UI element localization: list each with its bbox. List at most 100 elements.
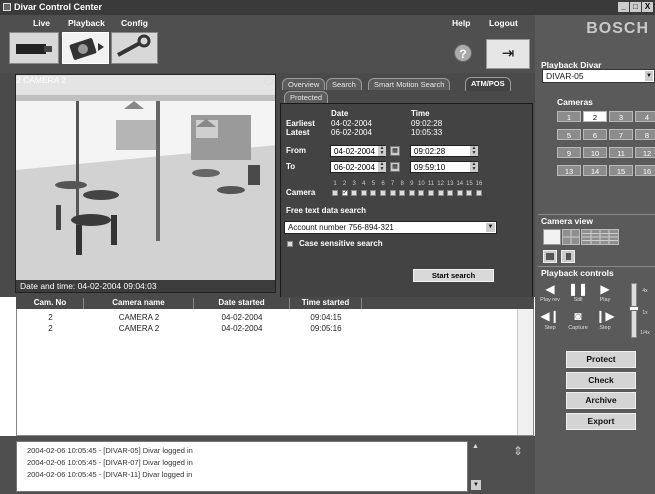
to-date-spinner[interactable]: ▲ ▼	[378, 162, 386, 172]
freetext-value: Account number 756-894-321	[288, 223, 394, 232]
camera-button-6[interactable]: 6	[583, 129, 607, 140]
tab-atm-pos[interactable]: ATM/POS	[465, 77, 511, 91]
camera-filter-checkbox-9[interactable]	[408, 190, 415, 196]
camera-filter-checkbox-12[interactable]	[437, 190, 444, 196]
col-header-time-started[interactable]: Time started	[290, 298, 362, 309]
tab-overview[interactable]: Overview	[282, 78, 326, 90]
export-button[interactable]: Export	[566, 413, 636, 430]
camera-filter-checkbox-1[interactable]	[332, 190, 338, 196]
close-button[interactable]: X	[642, 2, 653, 12]
camera-button-5[interactable]: 5	[557, 129, 581, 140]
camera-button-13[interactable]: 13	[557, 165, 581, 176]
col-header-cam-no[interactable]: Cam. No	[17, 298, 84, 309]
camera-filter-checkbox-2[interactable]: ✓	[341, 190, 348, 196]
camera-filter-checkbox-5[interactable]	[370, 190, 377, 196]
view-4x4-button[interactable]	[581, 229, 619, 245]
minimize-button[interactable]: _	[618, 2, 629, 12]
tab-smart-motion-search[interactable]: Smart Motion Search	[368, 78, 451, 90]
table-cell[interactable]: 2	[17, 324, 84, 333]
divar-select-value: DIVAR-05	[546, 71, 584, 81]
freetext-select[interactable]: Account number 756-894-321 ▼	[284, 221, 497, 234]
still-button[interactable]: ❚❚	[567, 282, 589, 296]
camera-filter-checkbox-8[interactable]	[399, 190, 406, 196]
live-mode-button[interactable]	[9, 32, 59, 64]
camera-button-16[interactable]: 16	[635, 165, 655, 176]
from-time-spinner[interactable]: ▲ ▼	[470, 146, 478, 156]
view-1x1-button[interactable]	[543, 229, 561, 245]
archive-button[interactable]: Archive	[566, 392, 636, 409]
case-sensitive-checkbox[interactable]	[287, 241, 293, 247]
logout-button[interactable]: ⇥	[486, 39, 530, 69]
divar-select[interactable]: DIVAR-05 ▼	[542, 69, 655, 83]
camera-filter-label: Camera	[286, 188, 316, 197]
table-cell[interactable]: 09:05:16	[290, 324, 362, 333]
camera-filter-checkbox-15[interactable]	[466, 190, 473, 196]
tab-search[interactable]: Search	[326, 78, 362, 90]
from-time-input[interactable]: 09:02:28	[410, 145, 478, 157]
close-video-button[interactable]: ×	[264, 76, 273, 85]
freetext-label: Free text data search	[286, 206, 367, 215]
event-log[interactable]: 2004-02-06 10:05:45 - [DIVAR-05] Divar l…	[16, 441, 468, 492]
camera-filter-checkbox-16[interactable]	[476, 190, 482, 196]
protect-button[interactable]: Protect	[566, 351, 636, 368]
camera-filter-checkbox-7[interactable]	[389, 190, 396, 196]
check-button[interactable]: Check	[566, 372, 636, 389]
step-forward-button[interactable]: ❙▶	[594, 309, 616, 323]
camera-filter-checkbox-11[interactable]	[428, 190, 434, 196]
col-header-camera-name[interactable]: Camera name	[84, 298, 194, 309]
maximize-button[interactable]: □	[630, 2, 641, 12]
playback-mode-button[interactable]	[62, 32, 109, 64]
camera-button-14[interactable]: 14	[583, 165, 607, 176]
play-reverse-button[interactable]: ◀	[539, 282, 561, 296]
scroll-down-icon[interactable]: ▼	[471, 480, 481, 490]
play-button[interactable]: ▶	[594, 282, 616, 296]
tab-protected[interactable]: Protected	[284, 91, 329, 103]
to-time-spinner[interactable]: ▲ ▼	[470, 162, 478, 172]
table-cell[interactable]: 2	[17, 313, 84, 322]
fullscreen-button[interactable]	[561, 250, 575, 263]
camera-button-15[interactable]: 15	[609, 165, 633, 176]
camera-button-12[interactable]: 12	[635, 147, 655, 158]
camera-filter-checkbox-4[interactable]	[360, 190, 367, 196]
from-date-spinner[interactable]: ▲ ▼	[378, 146, 386, 156]
camera-filter-checkbox-3[interactable]	[351, 190, 358, 196]
results-scrollbar[interactable]	[517, 309, 533, 435]
camera-button-3[interactable]: 3	[609, 111, 633, 122]
to-date-input[interactable]: 06-02-2004	[330, 161, 385, 173]
camera-button-9[interactable]: 9	[557, 147, 581, 158]
camera-filter-checkbox-13[interactable]	[447, 190, 454, 196]
camera-button-11[interactable]: 11	[609, 147, 633, 158]
view-2x2-button[interactable]	[562, 229, 580, 245]
play-reverse-icon: ◀	[545, 282, 555, 296]
table-cell[interactable]: 04-02-2004	[194, 324, 290, 333]
config-mode-button[interactable]	[111, 32, 158, 64]
step-back-button[interactable]: ◀❙	[539, 309, 561, 323]
camera-button-7[interactable]: 7	[609, 129, 633, 140]
camera-filter-checkbox-6[interactable]	[380, 190, 386, 196]
camera-button-2[interactable]: 2	[583, 111, 607, 122]
camera-button-4[interactable]: 4	[635, 111, 655, 122]
video-pane[interactable]	[15, 74, 276, 293]
camera-filter-checkbox-14[interactable]	[456, 190, 463, 196]
start-search-button[interactable]: Start search	[413, 269, 494, 282]
log-scrollbar[interactable]: ▲ ▼	[469, 441, 483, 492]
from-date-input[interactable]: 04-02-2004	[330, 145, 385, 157]
col-header-date-started[interactable]: Date started	[194, 298, 290, 309]
scroll-up-icon[interactable]: ▲	[472, 443, 480, 453]
window-controls: _ □ X	[618, 2, 653, 12]
to-calendar-button[interactable]: ▦	[390, 162, 400, 172]
camera-button-8[interactable]: 8	[635, 129, 655, 140]
camera-button-1[interactable]: 1	[557, 111, 581, 122]
table-cell[interactable]: 04-02-2004	[194, 313, 290, 322]
sequence-button[interactable]	[543, 250, 557, 263]
help-button[interactable]: ?	[454, 44, 472, 62]
camera-button-10[interactable]: 10	[583, 147, 607, 158]
from-calendar-button[interactable]: ▦	[390, 146, 400, 156]
table-cell[interactable]: CAMERA 2	[84, 313, 194, 322]
table-cell[interactable]: CAMERA 2	[84, 324, 194, 333]
table-cell[interactable]: 09:04:15	[290, 313, 362, 322]
log-grip-icon[interactable]: ⇕	[513, 444, 523, 458]
to-time-input[interactable]: 09:59:10	[410, 161, 478, 173]
capture-button[interactable]: ◙	[567, 309, 589, 323]
camera-filter-checkbox-10[interactable]	[418, 190, 425, 196]
